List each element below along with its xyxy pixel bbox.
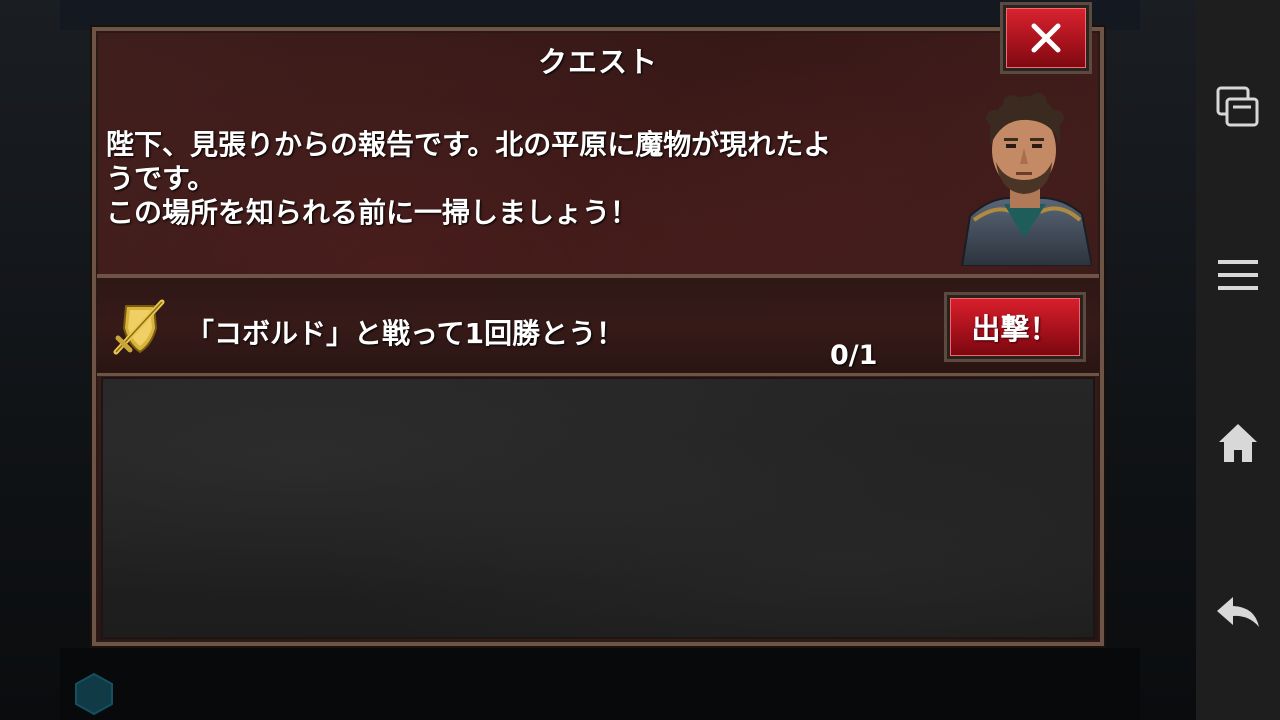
menu-icon bbox=[1218, 260, 1258, 290]
back-button[interactable] bbox=[1196, 576, 1280, 646]
dialog-title: クエスト bbox=[537, 45, 658, 79]
menu-button[interactable] bbox=[1196, 240, 1280, 310]
quest-message: 陛下、見張りからの報告です。北の平原に魔物が現れたよ うです。 この場所を知られ… bbox=[106, 128, 832, 229]
system-nav-bar bbox=[1196, 0, 1280, 720]
home-icon bbox=[1219, 424, 1257, 462]
advisor-portrait bbox=[960, 93, 1092, 266]
back-icon bbox=[1217, 597, 1259, 627]
close-icon bbox=[1031, 23, 1061, 53]
hexagon-icon[interactable] bbox=[74, 672, 114, 716]
close-button[interactable] bbox=[1000, 2, 1092, 74]
sortie-button[interactable]: 出撃！ bbox=[944, 292, 1086, 362]
crossed-swords-shield-icon bbox=[113, 299, 165, 355]
recent-apps-icon bbox=[1216, 86, 1259, 127]
game-top-bar bbox=[60, 0, 1140, 30]
home-button[interactable] bbox=[1196, 408, 1280, 478]
recent-apps-button[interactable] bbox=[1196, 72, 1280, 142]
game-bottom-bar bbox=[60, 648, 1140, 720]
quest-progress: 0/1 bbox=[830, 340, 878, 371]
quest-objective-text: 「コボルド」と戦って1回勝とう！ bbox=[186, 317, 625, 350]
quest-list-area bbox=[101, 377, 1095, 639]
sortie-button-label: 出撃！ bbox=[950, 298, 1080, 356]
